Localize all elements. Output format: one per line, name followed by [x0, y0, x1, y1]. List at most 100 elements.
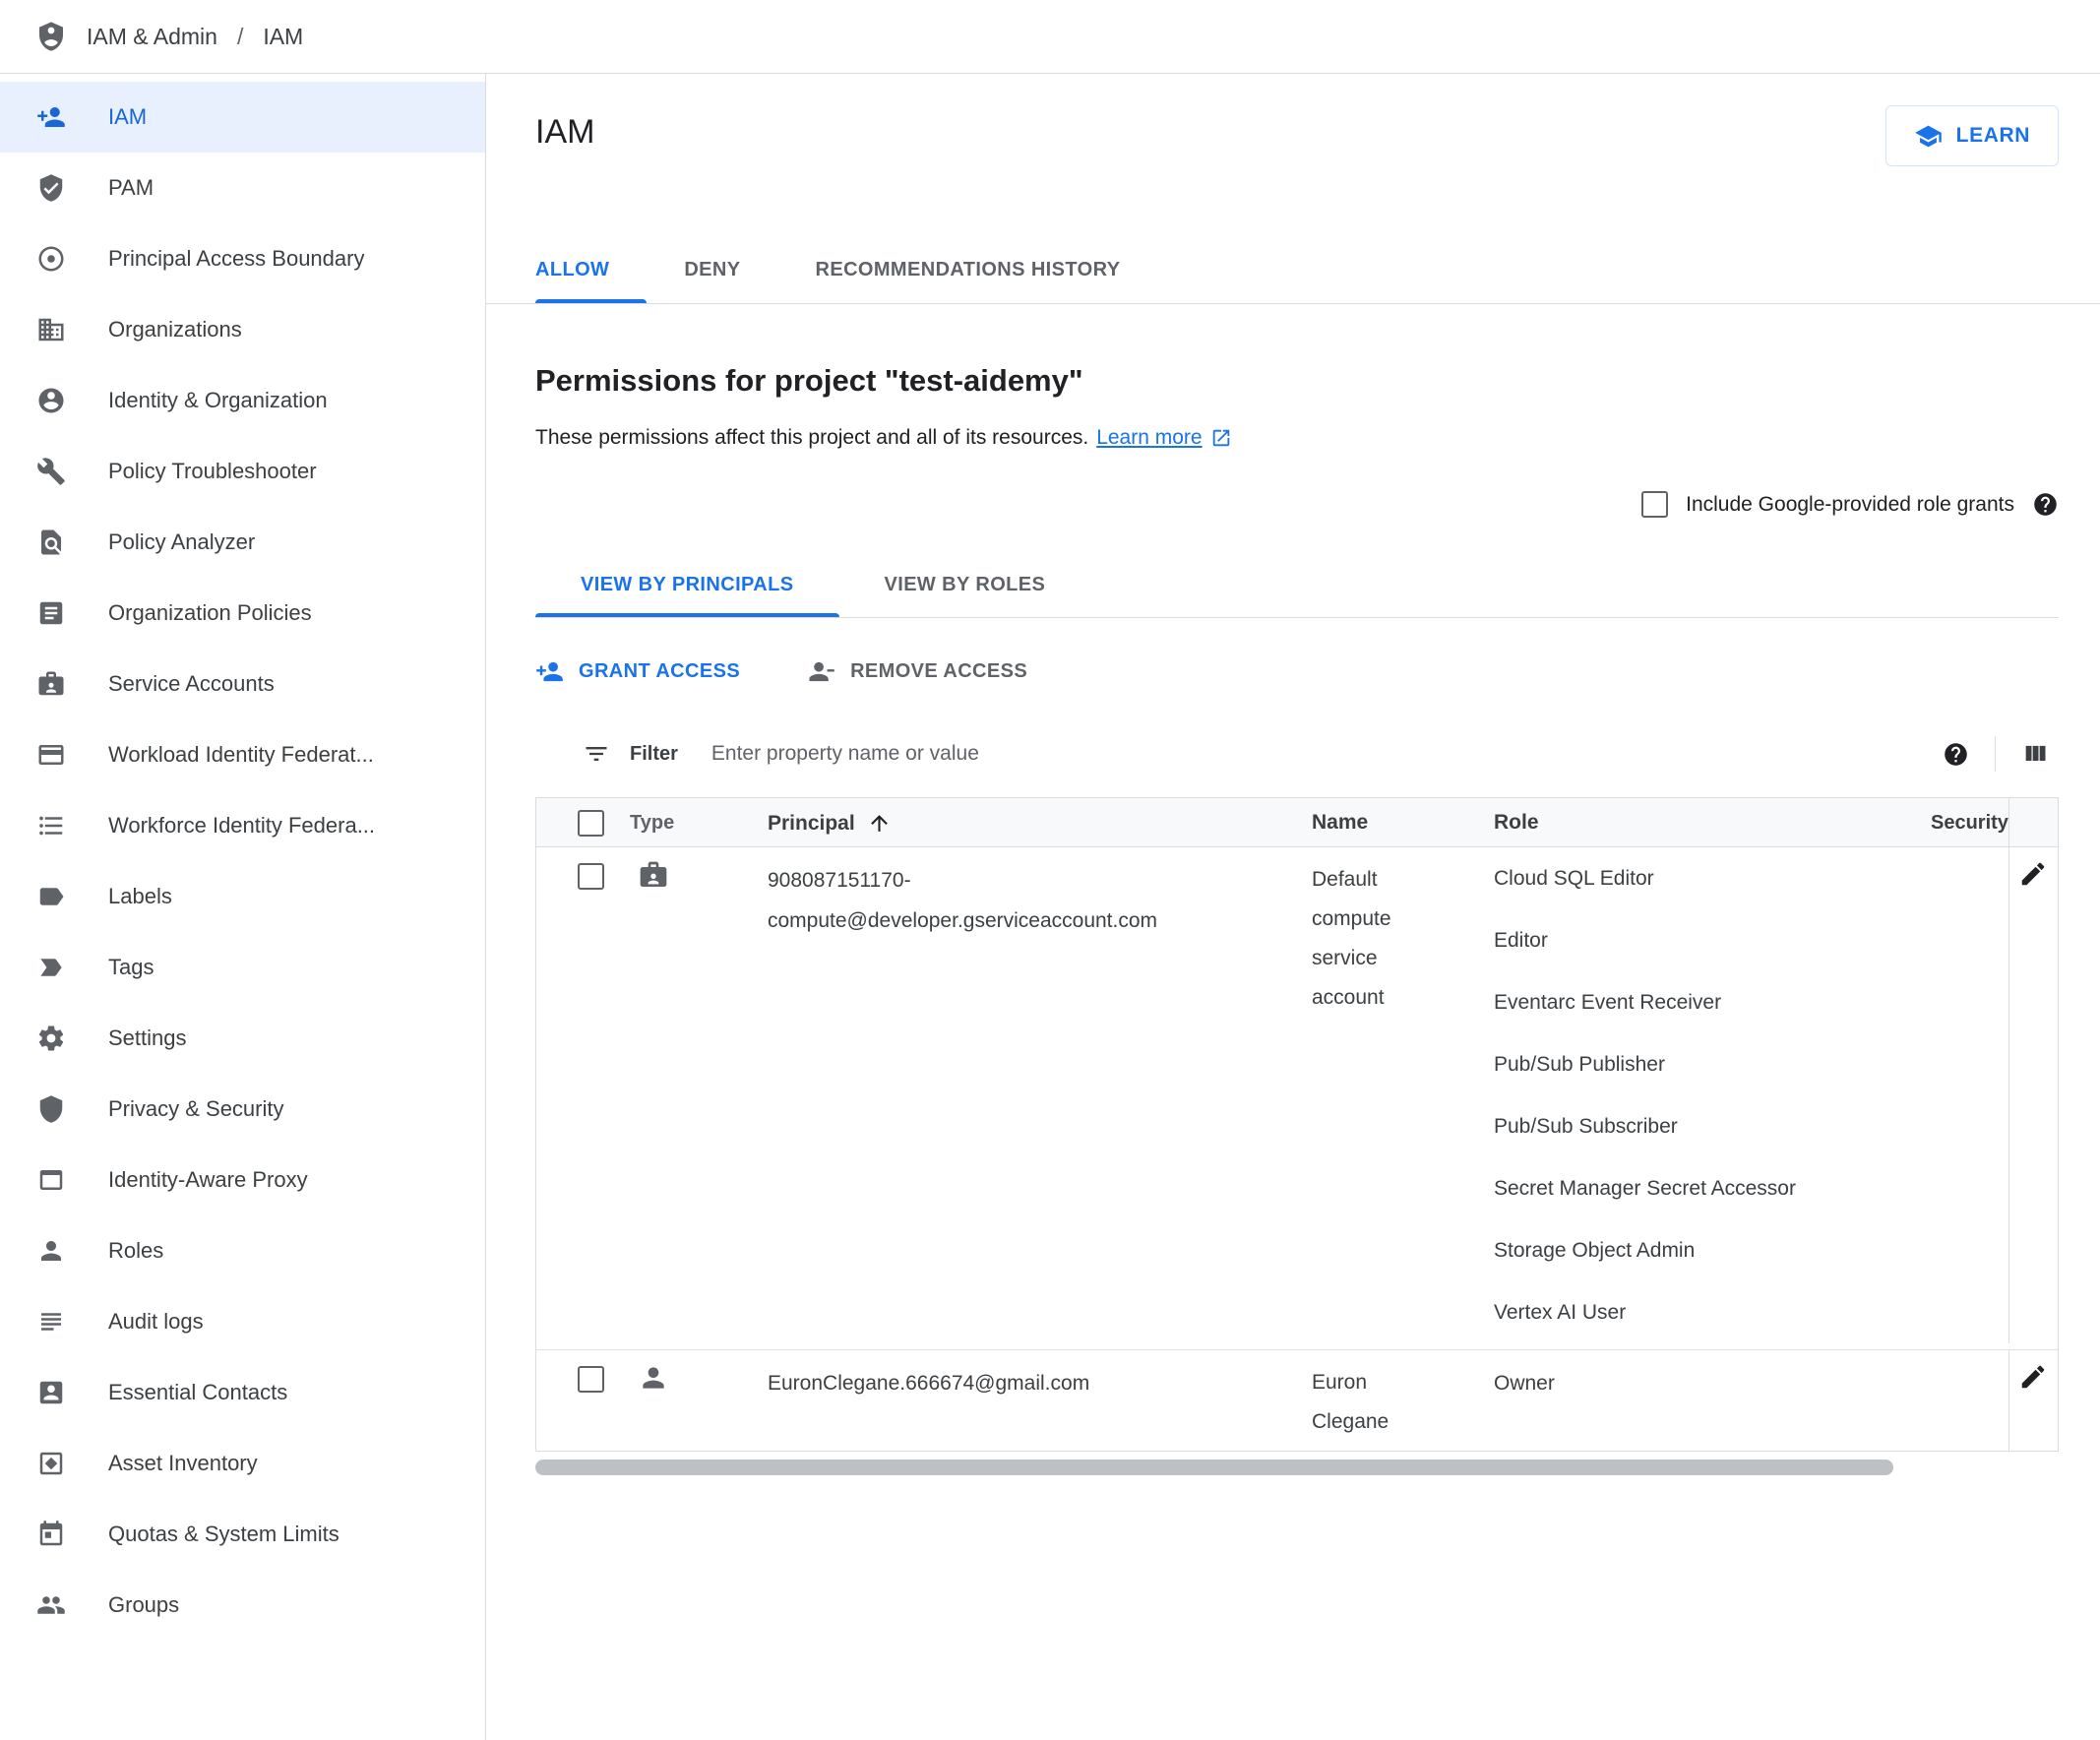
row-checkbox[interactable]	[578, 863, 604, 890]
role-item: Vertex AI User	[1494, 1300, 1627, 1324]
filter-bar: Filter	[535, 722, 2059, 785]
person-remove-icon	[809, 661, 834, 681]
main-panel: IAM LEARN ALLOW DENY RECOMMENDATIONS HIS…	[486, 74, 2100, 1740]
tab-view-by-principals[interactable]: VIEW BY PRINCIPALS	[535, 553, 839, 617]
gear-icon	[38, 1025, 64, 1051]
role-item: Editor	[1494, 928, 1548, 952]
help-icon[interactable]	[2032, 491, 2059, 518]
table-row: 908087151170-compute@developer.gservicea…	[536, 847, 2058, 1350]
principal-name: Default compute service account	[1312, 868, 1391, 1009]
wrench-icon	[37, 458, 65, 485]
filter-help-icon[interactable]	[1943, 741, 1969, 768]
sidebar: IAM PAM Principal Access Boundary Organi…	[0, 74, 486, 1740]
tab-recommendations-history[interactable]: RECOMMENDATIONS HISTORY	[777, 237, 1157, 303]
label-icon	[39, 888, 64, 905]
role-item: Secret Manager Secret Accessor	[1494, 1176, 1796, 1200]
page-title: IAM	[535, 113, 595, 151]
scrollbar-thumb[interactable]	[535, 1460, 1893, 1475]
breadcrumb-page: IAM	[263, 23, 304, 49]
include-google-roles-checkbox[interactable]	[1641, 491, 1669, 518]
role-item: Owner	[1494, 1371, 1555, 1395]
window-icon	[39, 1170, 63, 1190]
permissions-description: These permissions affect this project an…	[535, 426, 1089, 449]
iam-admin-logo-icon	[39, 22, 63, 51]
sidebar-item-labels[interactable]: Labels	[0, 861, 485, 932]
breadcrumb-separator: /	[236, 23, 244, 49]
boundary-icon	[38, 246, 64, 272]
shield-icon	[39, 1095, 63, 1123]
sidebar-item-organizations[interactable]: Organizations	[0, 294, 485, 365]
open-in-new-icon	[1212, 429, 1229, 447]
sidebar-item-audit-logs[interactable]: Audit logs	[0, 1286, 485, 1357]
filter-input[interactable]	[710, 742, 1943, 766]
row-checkbox[interactable]	[578, 1366, 604, 1393]
organization-icon	[38, 318, 64, 342]
column-header-security: Security	[1931, 811, 2008, 834]
sidebar-item-policy-troubleshooter[interactable]: Policy Troubleshooter	[0, 436, 485, 507]
horizontal-scrollbar[interactable]	[535, 1460, 2058, 1475]
role-item: Eventarc Event Receiver	[1494, 990, 1722, 1014]
list-bulleted-icon	[39, 816, 63, 836]
tab-deny[interactable]: DENY	[647, 237, 777, 303]
sidebar-item-policy-analyzer[interactable]: Policy Analyzer	[0, 507, 485, 578]
sidebar-item-service-accounts[interactable]: Service Accounts	[0, 649, 485, 719]
person-add-icon	[37, 107, 65, 127]
sidebar-item-pam[interactable]: PAM	[0, 153, 485, 223]
groups-icon	[37, 1596, 65, 1614]
learn-more-link[interactable]: Learn more	[1096, 426, 1202, 450]
tab-view-by-roles[interactable]: VIEW BY ROLES	[839, 553, 1091, 617]
edit-principal-button[interactable]	[2018, 859, 2048, 889]
breadcrumb-product[interactable]: IAM & Admin	[87, 24, 217, 50]
sidebar-item-workload-identity-federation[interactable]: Workload Identity Federat...	[0, 719, 485, 790]
find-in-page-icon	[41, 529, 61, 555]
roles-list: Cloud SQL Editor Editor Eventarc Event R…	[1494, 847, 1931, 1343]
tag-icon	[40, 959, 62, 976]
sidebar-item-roles[interactable]: Roles	[0, 1215, 485, 1286]
remove-access-button[interactable]: REMOVE ACCESS	[807, 657, 1027, 686]
edit-principal-button[interactable]	[2018, 1362, 2048, 1392]
person-add-icon	[536, 661, 563, 681]
column-header-actions	[2008, 798, 2056, 847]
shield-check-icon	[39, 174, 63, 202]
principal-email: 908087151170-compute@developer.gservicea…	[768, 869, 1158, 932]
sidebar-item-identity-aware-proxy[interactable]: Identity-Aware Proxy	[0, 1145, 485, 1215]
column-header-name: Name	[1312, 811, 1369, 834]
column-header-role: Role	[1494, 811, 1539, 834]
sidebar-item-essential-contacts[interactable]: Essential Contacts	[0, 1357, 485, 1428]
filter-icon	[586, 747, 607, 761]
role-item: Pub/Sub Subscriber	[1494, 1114, 1678, 1138]
select-all-checkbox[interactable]	[578, 809, 604, 837]
sidebar-item-iam[interactable]: IAM	[0, 82, 485, 153]
iam-tabs: ALLOW DENY RECOMMENDATIONS HISTORY	[486, 237, 2100, 304]
sidebar-item-settings[interactable]: Settings	[0, 1003, 485, 1074]
person-icon	[643, 1367, 664, 1389]
column-header-principal[interactable]: Principal	[768, 803, 1312, 843]
learn-button[interactable]: LEARN	[1884, 105, 2059, 166]
sidebar-item-tags[interactable]: Tags	[0, 932, 485, 1003]
principal-email: EuronClegane.666674@gmail.com	[768, 1372, 1090, 1395]
school-icon	[1914, 125, 1942, 147]
sidebar-item-workforce-identity-federation[interactable]: Workforce Identity Federa...	[0, 790, 485, 861]
top-bar: IAM & Admin / IAM	[0, 0, 2100, 74]
pencil-icon	[2021, 862, 2044, 886]
sidebar-item-identity-organization[interactable]: Identity & Organization	[0, 365, 485, 436]
tab-allow[interactable]: ALLOW	[535, 237, 648, 303]
list-lines-icon	[41, 1313, 61, 1331]
grant-access-button[interactable]: GRANT ACCESS	[535, 657, 740, 686]
column-display-icon[interactable]	[2021, 740, 2049, 768]
principals-table: Type Principal Name Role Security 908087…	[535, 797, 2059, 1452]
view-tabs: VIEW BY PRINCIPALS VIEW BY ROLES	[535, 553, 2059, 618]
column-header-type: Type	[630, 811, 675, 834]
sidebar-item-principal-access-boundary[interactable]: Principal Access Boundary	[0, 223, 485, 294]
permissions-heading: Permissions for project "test-aidemy"	[535, 363, 1083, 398]
sidebar-item-organization-policies[interactable]: Organization Policies	[0, 578, 485, 649]
include-google-roles-label: Include Google-provided role grants	[1686, 492, 2014, 516]
role-item: Storage Object Admin	[1494, 1238, 1696, 1262]
sidebar-item-quotas[interactable]: Quotas & System Limits	[0, 1499, 485, 1570]
sidebar-item-privacy-security[interactable]: Privacy & Security	[0, 1074, 485, 1145]
pencil-icon	[2021, 1365, 2044, 1389]
filter-label: Filter	[630, 742, 678, 765]
role-item: Cloud SQL Editor	[1494, 866, 1654, 890]
sidebar-item-asset-inventory[interactable]: Asset Inventory	[0, 1428, 485, 1499]
sidebar-item-groups[interactable]: Groups	[0, 1570, 485, 1641]
